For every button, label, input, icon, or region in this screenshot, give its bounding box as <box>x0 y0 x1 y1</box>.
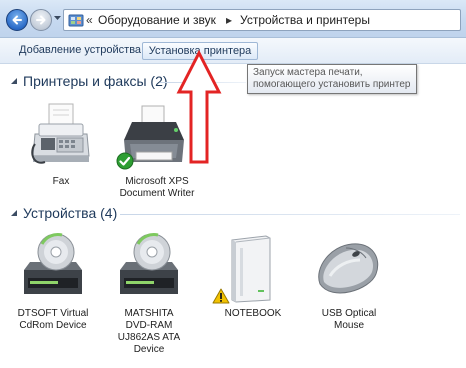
xps-label-line-2: Document Writer <box>119 188 195 199</box>
address-path[interactable]: « Оборудование и звук ▸ Устройства и при… <box>63 9 461 31</box>
dtsoft-label: DTSOFT Virtual CdRom Device <box>8 308 98 332</box>
device-fax[interactable]: Fax <box>16 100 106 192</box>
forward-button[interactable] <box>30 9 52 31</box>
collapse-chevron-icon[interactable] <box>10 209 18 217</box>
notebook-label: NOTEBOOK <box>208 308 298 320</box>
matshita-label: MATSHITA DVD-RAM UJ862AS ATA Device <box>104 308 194 356</box>
tooltip-line-1: Запуск мастера печати, <box>253 67 363 78</box>
matshita-label-line-1: MATSHITA <box>124 308 174 319</box>
arrow-left-icon <box>12 15 22 25</box>
group-printers-title: Принтеры и факсы (2) <box>23 73 168 89</box>
add-device-button[interactable]: Добавление устройства <box>14 42 146 60</box>
breadcrumb-separator[interactable]: ▸ <box>226 10 232 30</box>
add-printer-tooltip: Запуск мастера печати, помогающего устан… <box>247 64 417 94</box>
annotation-arrow-up-icon <box>176 50 222 164</box>
mouse-label: USB Optical Mouse <box>304 308 394 332</box>
device-dtsoft-cdrom[interactable]: DTSOFT Virtual CdRom Device <box>8 232 98 336</box>
address-bar: « Оборудование и звук ▸ Устройства и при… <box>0 0 466 38</box>
group-divider <box>120 214 460 215</box>
device-usb-mouse[interactable]: USB Optical Mouse <box>304 232 394 336</box>
back-button[interactable] <box>6 9 28 31</box>
warning-icon <box>212 288 230 309</box>
notebook-label-line: NOTEBOOK <box>224 308 282 319</box>
collapse-chevron-icon[interactable] <box>10 77 18 85</box>
device-notebook[interactable]: NOTEBOOK <box>208 232 298 328</box>
mouse-label-line-1: USB Optical <box>321 308 377 319</box>
device-matshita-dvd[interactable]: MATSHITA DVD-RAM UJ862AS ATA Device <box>104 232 194 362</box>
breadcrumb-overflow[interactable]: « <box>86 10 93 30</box>
dtsoft-label-line-2: CdRom Device <box>19 320 87 331</box>
cd-drive-icon <box>114 232 184 311</box>
breadcrumb-hardware-sound[interactable]: Оборудование и звук <box>98 10 216 30</box>
fax-label: Fax <box>16 176 106 188</box>
control-panel-icon <box>68 14 84 27</box>
default-checkmark-icon <box>116 152 134 175</box>
fax-label-line: Fax <box>52 176 70 187</box>
mouse-icon <box>310 232 386 311</box>
arrow-right-icon <box>36 15 46 25</box>
matshita-label-line-4: Device <box>133 344 165 355</box>
tooltip-line-2: помогающего установить принтер <box>253 79 411 90</box>
group-devices-header[interactable]: Устройства (4) <box>10 204 130 222</box>
command-bar: Добавление устройства Установка принтера <box>0 38 466 64</box>
computer-tower-icon <box>222 232 278 311</box>
mouse-label-line-2: Mouse <box>333 320 364 331</box>
xps-writer-label: Microsoft XPS Document Writer <box>112 176 202 200</box>
cd-drive-icon <box>18 232 88 311</box>
group-devices-title: Устройства (4) <box>23 205 118 221</box>
dtsoft-label-line-1: DTSOFT Virtual <box>17 308 89 319</box>
history-dropdown-icon[interactable] <box>54 16 61 21</box>
breadcrumb-devices-printers[interactable]: Устройства и принтеры <box>240 10 370 30</box>
group-printers-header[interactable]: Принтеры и факсы (2) <box>10 72 170 90</box>
matshita-label-line-3: UJ862AS ATA <box>117 332 181 343</box>
fax-icon <box>29 100 93 175</box>
xps-label-line-1: Microsoft XPS <box>125 176 189 187</box>
matshita-label-line-2: DVD-RAM <box>125 320 173 331</box>
